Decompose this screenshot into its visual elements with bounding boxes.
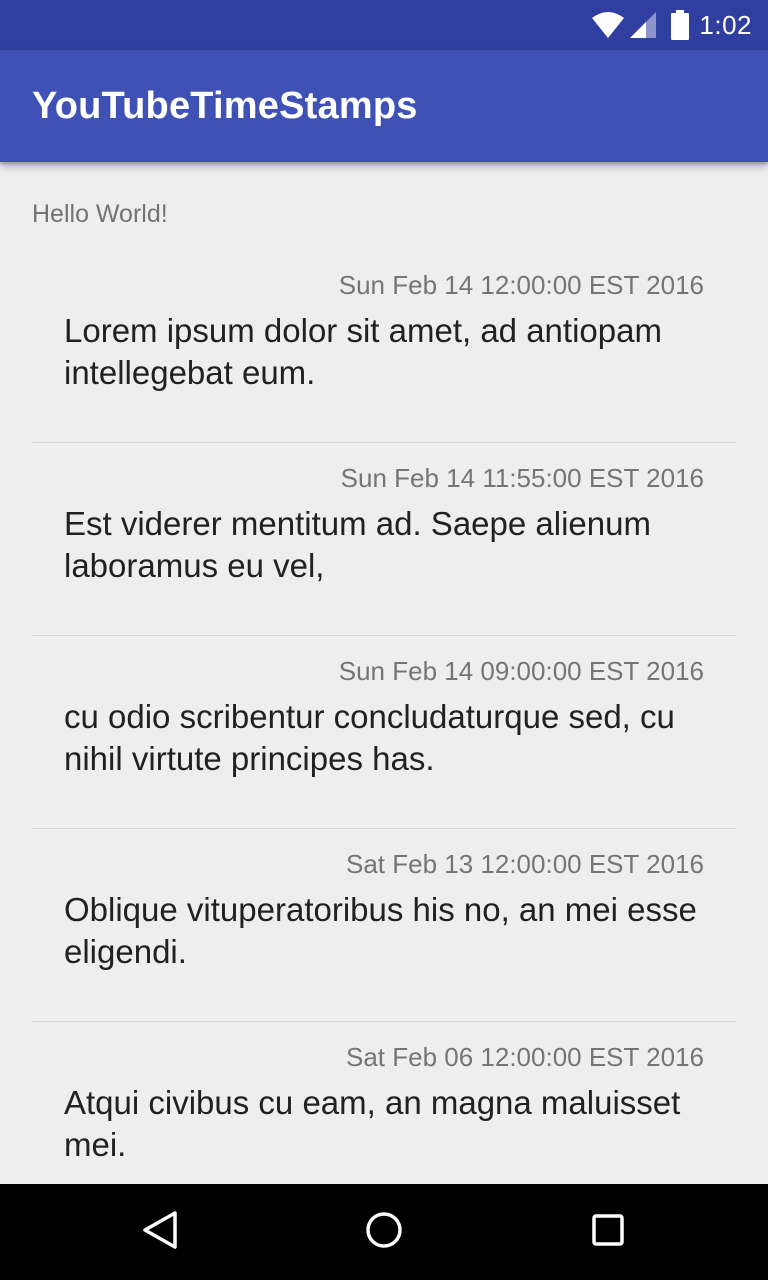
- timestamp-label: Sat Feb 13 12:00:00 EST 2016: [345, 849, 704, 879]
- wifi-icon: [591, 11, 625, 39]
- timestamp-label: Sun Feb 14 09:00:00 EST 2016: [338, 656, 704, 686]
- comment-text: Lorem ipsum dolor sit amet, ad antiopam …: [64, 312, 662, 391]
- status-icons: 1:02: [591, 0, 752, 50]
- timestamp-label: Sun Feb 14 12:00:00 EST 2016: [338, 270, 704, 300]
- list-item[interactable]: Sun Feb 14 09:00:00 EST 2016 cu odio scr…: [32, 636, 736, 829]
- list-item[interactable]: Sun Feb 14 12:00:00 EST 2016 Lorem ipsum…: [32, 250, 736, 443]
- main-content[interactable]: Hello World! Sun Feb 14 12:00:00 EST 201…: [0, 162, 768, 1184]
- comment-text: cu odio scribentur concludaturque sed, c…: [64, 698, 675, 777]
- list-item[interactable]: Sat Feb 06 12:00:00 EST 2016 Atqui civib…: [32, 1022, 736, 1184]
- cellular-signal-icon: [629, 11, 657, 39]
- comment-text: Oblique vituperatoribus his no, an mei e…: [64, 891, 697, 970]
- status-time: 1:02: [699, 9, 752, 40]
- list-item[interactable]: Sun Feb 14 11:55:00 EST 2016 Est viderer…: [32, 443, 736, 636]
- hello-text: Hello World!: [32, 200, 168, 228]
- comment-text: Atqui civibus cu eam, an magna maluisset…: [64, 1084, 681, 1163]
- home-button[interactable]: [360, 1208, 408, 1256]
- timestamp-label: Sun Feb 14 11:55:00 EST 2016: [340, 463, 704, 493]
- battery-icon: [671, 10, 690, 40]
- comment-text: Est viderer mentitum ad. Saepe alienum l…: [64, 505, 651, 584]
- list-item[interactable]: Sat Feb 13 12:00:00 EST 2016 Oblique vit…: [32, 829, 736, 1022]
- back-icon: [141, 1210, 179, 1254]
- back-button[interactable]: [136, 1208, 184, 1256]
- recents-button[interactable]: [584, 1208, 632, 1256]
- navigation-bar: [0, 1184, 768, 1280]
- timestamp-label: Sat Feb 06 12:00:00 EST 2016: [345, 1042, 704, 1072]
- timestamp-list[interactable]: Sun Feb 14 12:00:00 EST 2016 Lorem ipsum…: [32, 250, 736, 1184]
- app-bar: YouTubeTimeStamps: [0, 50, 768, 162]
- status-bar: 1:02: [0, 0, 768, 50]
- home-icon: [364, 1210, 404, 1254]
- app-title: YouTubeTimeStamps: [32, 85, 418, 127]
- recents-icon: [591, 1213, 625, 1251]
